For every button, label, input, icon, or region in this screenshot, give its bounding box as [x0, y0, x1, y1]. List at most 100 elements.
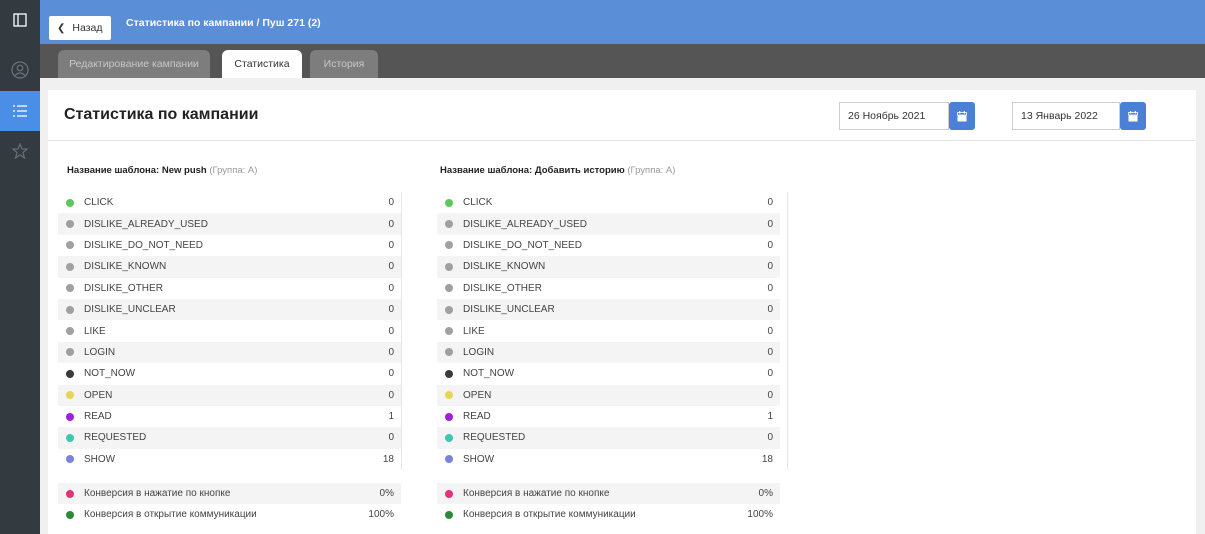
tab-label: Статистика — [234, 58, 290, 70]
date-from-calendar-button[interactable] — [949, 102, 975, 130]
row-value: 0 — [767, 304, 773, 316]
row-value: 0 — [388, 368, 394, 380]
row-label: Конверсия в нажатие по кнопке — [463, 488, 610, 499]
status-dot-icon — [66, 241, 74, 250]
row-value: 100% — [368, 509, 394, 520]
row-label: SHOW — [463, 453, 495, 465]
top-bar: ❮ Назад Статистика по кампании / Пуш 271… — [40, 0, 1205, 44]
event-row: SHOW 18 — [58, 449, 401, 470]
tab-label: История — [323, 58, 365, 70]
tab-label: Редактирование кампании — [69, 58, 199, 70]
row-value: 1 — [767, 411, 773, 423]
status-dot-icon — [445, 241, 453, 250]
row-value: 0 — [767, 239, 773, 251]
row-label: Конверсия в нажатие по кнопке — [84, 488, 231, 499]
row-value: 100% — [747, 509, 773, 520]
chevron-left-icon: ❮ — [57, 22, 66, 34]
row-label: LIKE — [463, 325, 485, 337]
row-label: REQUESTED — [84, 432, 147, 444]
event-list: CLICK 0 DISLIKE_ALREADY_USED 0 DISLIKE_DO_NO… — [437, 192, 780, 470]
status-dot-icon — [445, 262, 453, 271]
event-row: READ 1 — [437, 406, 780, 427]
row-label: CLICK — [84, 197, 114, 209]
row-value: 0 — [388, 239, 394, 251]
status-dot-icon — [66, 510, 74, 519]
status-dot-icon — [66, 348, 74, 357]
status-dot-icon — [66, 489, 74, 498]
status-dot-icon — [445, 284, 453, 293]
event-row: NOT_NOW 0 — [58, 363, 401, 384]
event-row: DISLIKE_KNOWN 0 — [437, 256, 780, 278]
row-value: 0 — [767, 432, 773, 444]
tab-history[interactable]: История — [310, 50, 378, 78]
template-title: Название шаблона: New push (Группа: A) — [67, 165, 257, 176]
row-label: REQUESTED — [463, 432, 526, 444]
row-label: DISLIKE_ALREADY_USED — [463, 218, 587, 230]
date-to-field[interactable]: 13 Январь 2022 — [1012, 102, 1120, 130]
template-title: Название шаблона: Добавить историю (Груп… — [440, 165, 675, 176]
status-dot-icon — [66, 284, 74, 293]
row-label: DISLIKE_OTHER — [84, 282, 163, 294]
event-row: DISLIKE_KNOWN 0 — [58, 256, 401, 278]
row-label: DISLIKE_KNOWN — [84, 261, 167, 273]
event-row: LIKE 0 — [58, 320, 401, 341]
conversion-list: Конверсия в нажатие по кнопке 0% Конверсия… — [437, 483, 780, 525]
back-label: Назад — [72, 22, 103, 34]
conversion-row: Конверсия в нажатие по кнопке 0% — [437, 483, 780, 504]
event-row: DISLIKE_ALREADY_USED 0 — [58, 213, 401, 235]
list-divider — [787, 192, 788, 470]
tab-statistics[interactable]: Статистика — [222, 50, 302, 78]
row-label: NOT_NOW — [84, 368, 136, 380]
row-label: NOT_NOW — [463, 368, 515, 380]
back-button[interactable]: ❮ Назад — [49, 16, 111, 40]
star-icon[interactable] — [0, 131, 40, 171]
breadcrumb: Статистика по кампании / Пуш 271 (2) — [126, 17, 321, 29]
date-to-calendar-button[interactable] — [1120, 102, 1146, 130]
event-row: DISLIKE_DO_NOT_NEED 0 — [437, 235, 780, 256]
row-label: DISLIKE_OTHER — [463, 282, 542, 294]
row-value: 0 — [388, 389, 394, 401]
list-divider — [401, 192, 402, 470]
row-value: 0 — [767, 346, 773, 358]
row-label: DISLIKE_ALREADY_USED — [84, 218, 208, 230]
row-label: READ — [463, 411, 491, 423]
row-value: 0 — [388, 197, 394, 209]
status-dot-icon — [66, 433, 74, 442]
tab-edit-campaign[interactable]: Редактирование кампании — [58, 50, 210, 78]
tab-strip: Редактирование кампании Статистика Истор… — [40, 44, 1205, 78]
event-row: DISLIKE_UNCLEAR 0 — [437, 298, 780, 321]
row-label: Конверсия в открытие коммуникации — [84, 509, 257, 520]
event-row: LOGIN 0 — [58, 341, 401, 364]
statistics-panel: Статистика по кампании 26 Ноябрь 2021 13… — [48, 90, 1196, 534]
event-row: SHOW 18 — [437, 449, 780, 470]
event-row: REQUESTED 0 — [58, 427, 401, 449]
calendar-icon — [957, 110, 967, 121]
row-label: DISLIKE_UNCLEAR — [84, 304, 176, 316]
row-value: 0 — [388, 261, 394, 273]
event-row: OPEN 0 — [437, 384, 780, 406]
sidebar-toggle-icon[interactable] — [0, 0, 40, 40]
conversion-list: Конверсия в нажатие по кнопке 0% Конверсия… — [58, 483, 401, 525]
event-row: DISLIKE_ALREADY_USED 0 — [437, 213, 780, 235]
conversion-row: Конверсия в открытие коммуникации 100% — [58, 504, 401, 525]
row-label: DISLIKE_DO_NOT_NEED — [463, 239, 582, 251]
page-title: Статистика по кампании — [64, 106, 259, 123]
status-dot-icon — [445, 369, 453, 378]
user-icon[interactable] — [0, 50, 40, 90]
row-value: 18 — [761, 453, 773, 465]
date-from-field[interactable]: 26 Ноябрь 2021 — [839, 102, 949, 130]
row-value: 0 — [388, 218, 394, 230]
event-row: REQUESTED 0 — [437, 427, 780, 449]
row-value: 0 — [388, 282, 394, 294]
row-value: 18 — [382, 453, 394, 465]
status-dot-icon — [66, 220, 74, 229]
event-row: LIKE 0 — [437, 320, 780, 341]
row-value: 1 — [388, 411, 394, 423]
status-dot-icon — [445, 220, 453, 229]
row-label: SHOW — [84, 453, 116, 465]
row-value: 0 — [767, 325, 773, 337]
row-label: LIKE — [84, 325, 106, 337]
template-group: (Группа: A) — [209, 165, 258, 176]
row-label: CLICK — [463, 197, 493, 209]
list-icon[interactable] — [0, 91, 40, 131]
